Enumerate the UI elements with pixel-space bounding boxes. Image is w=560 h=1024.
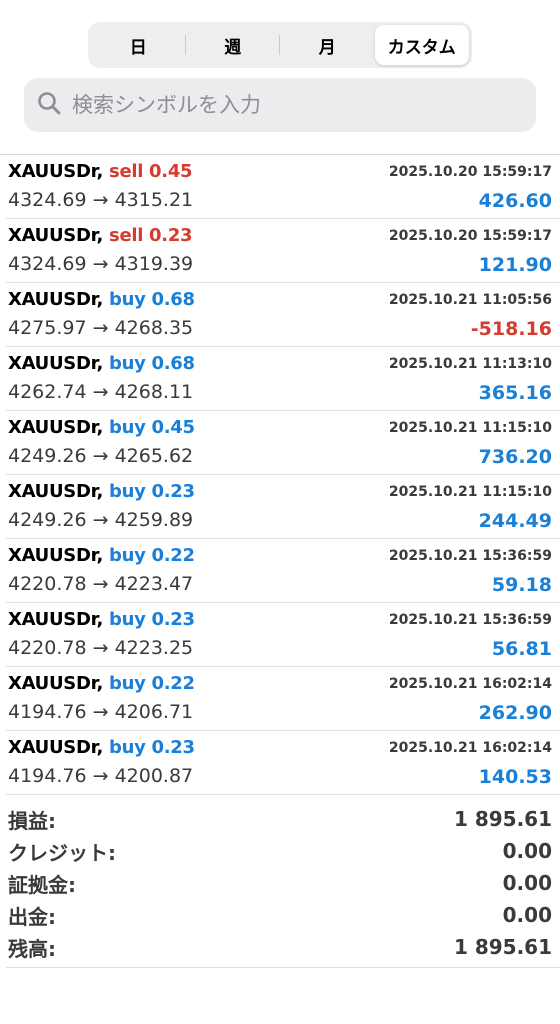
trade-header: XAUUSDr, sell 0.45 [8,161,193,182]
summary-value: 1 895.61 [453,807,552,831]
trade-datetime: 2025.10.21 16:02:14 [388,740,552,756]
divider [6,967,560,968]
trade-prices: 4324.69 → 4315.21 [8,189,194,211]
trade-datetime: 2025.10.21 15:36:59 [388,548,552,564]
trade-side-volume: buy 0.68 [109,289,195,310]
trade-symbol: XAUUSDr, [8,545,104,566]
summary-row: 残高: 1 895.61 [6,931,560,963]
summary-label: 証拠金: [8,872,76,897]
trade-side-volume: buy 0.22 [109,673,195,694]
tab-custom[interactable]: カスタム [374,25,469,65]
trade-header: XAUUSDr, buy 0.22 [8,673,195,694]
trade-symbol: XAUUSDr, [8,353,104,374]
summary-row: クレジット: 0.00 [6,835,560,867]
trade-row[interactable]: XAUUSDr, buy 0.23 2025.10.21 16:02:14 4194… [6,731,560,795]
trade-datetime: 2025.10.20 15:59:17 [388,164,552,180]
period-segmented-control: 日 週 月 カスタム [88,22,472,68]
trade-header: XAUUSDr, buy 0.68 [8,289,195,310]
trade-datetime: 2025.10.20 15:59:17 [388,228,552,244]
summary-section: 損益: 1 895.61 クレジット: 0.00 証拠金: 0.00 出金: 0.00 残高: 1… [6,795,560,963]
trade-row[interactable]: XAUUSDr, sell 0.45 2025.10.20 15:59:17 432… [6,155,560,219]
summary-label: 残高: [8,936,56,961]
tab-month[interactable]: 月 [280,25,375,65]
trade-datetime: 2025.10.21 11:13:10 [388,356,552,372]
trade-symbol: XAUUSDr, [8,161,104,182]
trade-symbol: XAUUSDr, [8,737,104,758]
trade-profit: 140.53 [478,766,552,788]
summary-value: 0.00 [502,903,552,927]
trade-profit: 59.18 [491,574,552,596]
trade-row[interactable]: XAUUSDr, sell 0.23 2025.10.20 15:59:17 432… [6,219,560,283]
trade-symbol: XAUUSDr, [8,673,104,694]
summary-label: 損益: [8,808,56,833]
summary-value: 0.00 [502,871,552,895]
trade-header: XAUUSDr, buy 0.23 [8,609,195,630]
trade-prices: 4275.97 → 4268.35 [8,317,194,339]
summary-value: 1 895.61 [453,935,552,959]
summary-value: 0.00 [502,839,552,863]
trade-symbol: XAUUSDr, [8,289,104,310]
trade-datetime: 2025.10.21 16:02:14 [388,676,552,692]
trade-datetime: 2025.10.21 11:05:56 [388,292,552,308]
trade-row[interactable]: XAUUSDr, buy 0.45 2025.10.21 11:15:10 4249… [6,411,560,475]
trade-prices: 4220.78 → 4223.25 [8,637,194,659]
trade-profit: 121.90 [478,254,552,276]
trade-symbol: XAUUSDr, [8,225,104,246]
trade-header: XAUUSDr, buy 0.68 [8,353,195,374]
trade-prices: 4249.26 → 4265.62 [8,445,194,467]
trade-profit: -518.16 [470,318,552,340]
trade-side-volume: buy 0.23 [109,609,195,630]
trade-row[interactable]: XAUUSDr, buy 0.22 2025.10.21 16:02:14 4194… [6,667,560,731]
trade-header: XAUUSDr, buy 0.45 [8,417,195,438]
trade-prices: 4194.76 → 4206.71 [8,701,194,723]
trade-side-volume: sell 0.23 [109,225,193,246]
trade-profit: 56.81 [491,638,552,660]
search-input[interactable] [70,92,494,118]
trade-row[interactable]: XAUUSDr, buy 0.68 2025.10.21 11:05:56 4275… [6,283,560,347]
trade-list: XAUUSDr, sell 0.45 2025.10.20 15:59:17 432… [0,155,560,795]
trade-profit: 262.90 [478,702,552,724]
summary-label: 出金: [8,904,56,929]
trade-prices: 4262.74 → 4268.11 [8,381,194,403]
trade-profit: 244.49 [478,510,552,532]
summary-row: 出金: 0.00 [6,899,560,931]
trade-header: XAUUSDr, sell 0.23 [8,225,193,246]
trade-row[interactable]: XAUUSDr, buy 0.23 2025.10.21 15:36:59 4220… [6,603,560,667]
trade-side-volume: sell 0.45 [109,161,193,182]
header-area: 日 週 月 カスタム [0,0,560,154]
summary-row: 損益: 1 895.61 [6,803,560,835]
trade-header: XAUUSDr, buy 0.23 [8,737,195,758]
trade-side-volume: buy 0.68 [109,353,195,374]
tab-day[interactable]: 日 [91,25,186,65]
trade-row[interactable]: XAUUSDr, buy 0.23 2025.10.21 11:15:10 4249… [6,475,560,539]
trade-datetime: 2025.10.21 11:15:10 [388,484,552,500]
trade-datetime: 2025.10.21 15:36:59 [388,612,552,628]
trade-row[interactable]: XAUUSDr, buy 0.68 2025.10.21 11:13:10 4262… [6,347,560,411]
tab-week[interactable]: 週 [186,25,281,65]
trade-datetime: 2025.10.21 11:15:10 [388,420,552,436]
summary-row: 証拠金: 0.00 [6,867,560,899]
trade-prices: 4220.78 → 4223.47 [8,573,194,595]
trade-symbol: XAUUSDr, [8,417,104,438]
trade-side-volume: buy 0.45 [109,417,195,438]
search-bar[interactable] [24,78,536,132]
trade-profit: 736.20 [478,446,552,468]
trade-prices: 4249.26 → 4259.89 [8,509,194,531]
trade-side-volume: buy 0.22 [109,545,195,566]
trade-row[interactable]: XAUUSDr, buy 0.22 2025.10.21 15:36:59 4220… [6,539,560,603]
search-icon [36,90,62,120]
trade-prices: 4194.76 → 4200.87 [8,765,194,787]
trade-prices: 4324.69 → 4319.39 [8,253,194,275]
trade-header: XAUUSDr, buy 0.22 [8,545,195,566]
trade-profit: 365.16 [478,382,552,404]
trade-symbol: XAUUSDr, [8,481,104,502]
trade-side-volume: buy 0.23 [109,737,195,758]
trade-profit: 426.60 [478,190,552,212]
trade-header: XAUUSDr, buy 0.23 [8,481,195,502]
trade-side-volume: buy 0.23 [109,481,195,502]
summary-label: クレジット: [8,840,116,865]
trade-symbol: XAUUSDr, [8,609,104,630]
